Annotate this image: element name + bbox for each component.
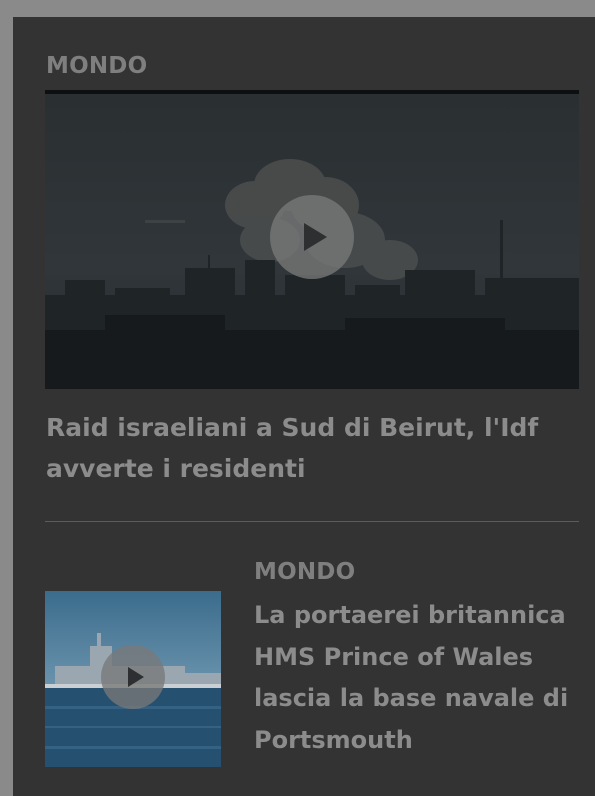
- featured-video-thumbnail[interactable]: [45, 90, 579, 389]
- second-category-label[interactable]: MONDO: [254, 558, 355, 586]
- featured-category-label[interactable]: MONDO: [46, 52, 147, 80]
- play-icon: [303, 223, 327, 251]
- news-panel: MONDO Raid israeliani a Sud di Beirut, l…: [13, 17, 595, 796]
- second-article-title[interactable]: La portaerei britannica HMS Prince of Wa…: [254, 595, 584, 761]
- second-play-button[interactable]: [101, 645, 165, 709]
- featured-article-title[interactable]: Raid israeliani a Sud di Beirut, l'Idf a…: [46, 407, 566, 489]
- play-icon: [127, 667, 144, 687]
- divider: [45, 521, 579, 522]
- second-video-thumbnail[interactable]: [45, 591, 221, 767]
- featured-play-button[interactable]: [270, 195, 354, 279]
